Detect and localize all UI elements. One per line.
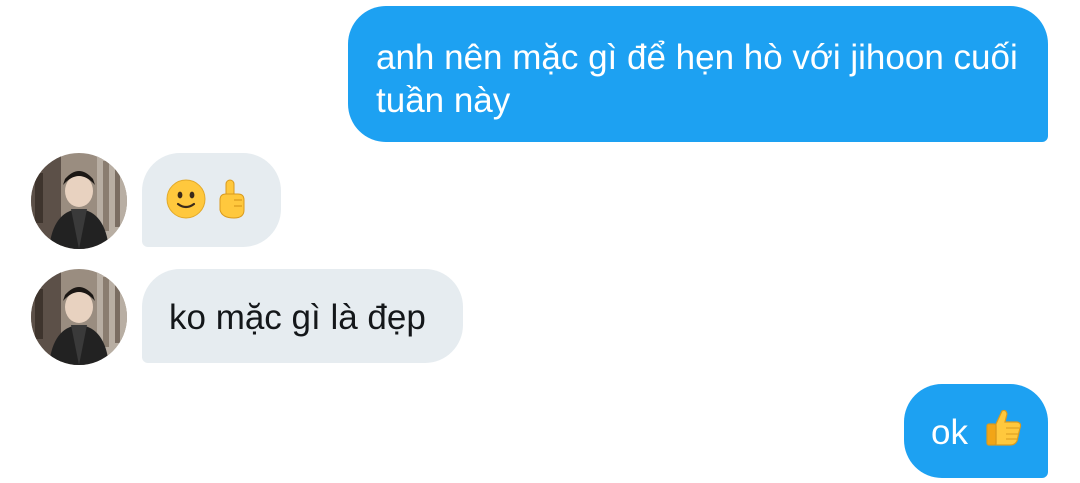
outgoing-message-bubble[interactable]: ok [904, 384, 1048, 478]
user-avatar-photo-icon [31, 153, 127, 249]
message-text: ok [931, 413, 968, 452]
slightly-smiling-face-icon [166, 179, 206, 229]
message-text: ko mặc gì là đẹp [169, 298, 426, 337]
incoming-message-bubble[interactable]: ko mặc gì là đẹp [142, 269, 463, 363]
message-text: anh nên mặc gì để hẹn hò với jihoon cuối… [376, 38, 1018, 120]
sender-avatar[interactable] [31, 153, 127, 249]
user-avatar-photo-icon [31, 269, 127, 365]
pointing-up-finger-icon [216, 178, 248, 230]
thumbs-up-icon [984, 407, 1024, 457]
incoming-message-bubble[interactable] [142, 153, 281, 247]
outgoing-message-bubble[interactable]: anh nên mặc gì để hẹn hò với jihoon cuối… [348, 6, 1048, 142]
sender-avatar[interactable] [31, 269, 127, 365]
